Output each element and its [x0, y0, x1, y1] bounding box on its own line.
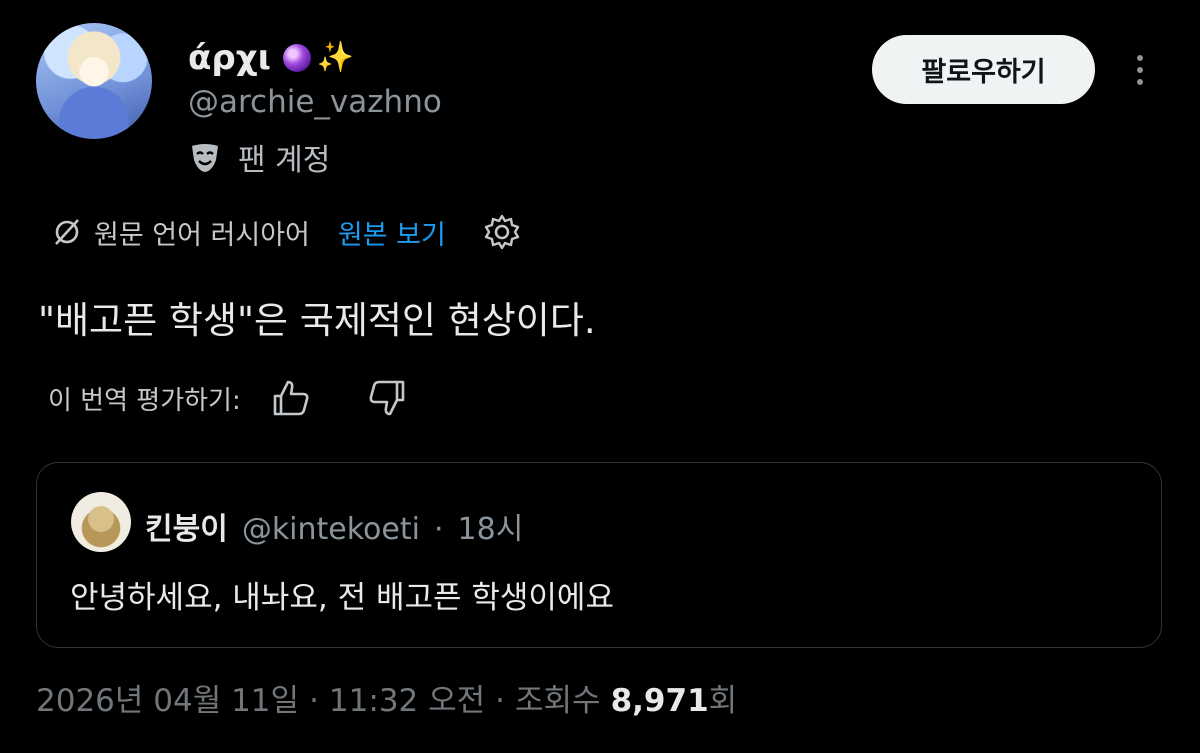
- meta-separator: ·: [309, 683, 319, 719]
- crystal-ball-emoji-icon: [282, 44, 311, 72]
- sparkles-emoji-icon: ✨: [316, 40, 355, 75]
- rate-translation-row: 이 번역 평가하기:: [48, 376, 409, 420]
- tweet-date[interactable]: 2026년 04월 11일: [36, 675, 299, 720]
- tweet-meta: 2026년 04월 11일 · 11:32 오전 · 조회수 8,971 회: [36, 675, 737, 720]
- quoted-tweet-header: 킨붕이 @kintekoeti · 18시: [145, 504, 523, 548]
- author-avatar[interactable]: [36, 23, 152, 139]
- fan-account-label: 팬 계정: [238, 143, 331, 178]
- follow-button[interactable]: 팔로우하기: [872, 35, 1095, 104]
- thumbs-up-icon[interactable]: [269, 376, 313, 420]
- rate-translation-label: 이 번역 평가하기:: [48, 385, 241, 416]
- quoted-author-handle[interactable]: @kintekoeti: [242, 512, 420, 547]
- fan-account-badge: 팬 계정: [188, 135, 330, 179]
- tweet-time[interactable]: 11:32 오전: [329, 675, 485, 720]
- author-name-row[interactable]: άρχι ✨: [188, 38, 354, 78]
- views-label: 조회수: [515, 683, 601, 719]
- thumbs-down-icon[interactable]: [365, 376, 409, 420]
- quoted-author-avatar[interactable]: [71, 492, 131, 552]
- views-suffix: 회: [708, 683, 738, 719]
- quoted-author-name[interactable]: 킨붕이: [145, 504, 228, 548]
- gear-icon[interactable]: [482, 212, 522, 252]
- author-display-name[interactable]: άρχι: [188, 38, 271, 78]
- views-count: 8,971: [610, 683, 709, 719]
- view-original-link[interactable]: 원본 보기: [338, 213, 446, 252]
- theater-mask-icon: [192, 144, 218, 172]
- translation-bar: 원문 언어 러시아어 원본 보기: [50, 212, 522, 252]
- quoted-tweet-text: 안녕하세요, 내놔요, 전 배고픈 학생이에요: [70, 580, 614, 616]
- more-options-icon[interactable]: [1128, 50, 1152, 90]
- source-language-label: 원문 언어 러시아어: [94, 219, 310, 251]
- translate-off-icon: [55, 219, 79, 245]
- quoted-timestamp[interactable]: 18시: [458, 504, 524, 548]
- quoted-separator: ·: [433, 512, 444, 547]
- author-handle[interactable]: @archie_vazhno: [188, 84, 442, 120]
- tweet-text: "배고픈 학생"은 국제적인 현상이다.: [38, 299, 596, 342]
- quoted-tweet-card[interactable]: [36, 462, 1162, 648]
- meta-separator: ·: [495, 683, 506, 719]
